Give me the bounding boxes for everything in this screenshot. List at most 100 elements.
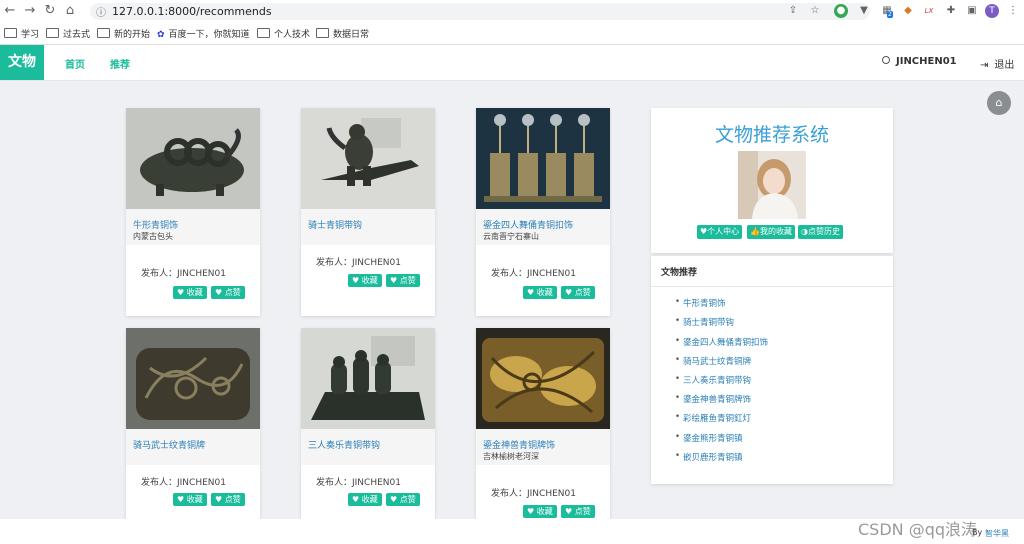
- home-float-icon[interactable]: ⌂: [987, 91, 1011, 115]
- extension-badge-icon[interactable]: ▦2: [880, 4, 894, 18]
- favorite-button[interactable]: ♥ 收藏: [523, 286, 557, 299]
- recommend-panel: 文物推荐 牛形青铜饰 骑士青铜带钩 鎏金四人舞俑青铜扣饰 骑马武士纹青铜牌 三人…: [651, 256, 893, 484]
- metamask-fox-icon[interactable]: ◆: [901, 4, 915, 18]
- artifact-title[interactable]: 牛形青铜饰: [133, 218, 178, 231]
- address-bar[interactable]: ⓘ 127.0.0.1:8000/recommends: [90, 3, 870, 20]
- extension-v-icon[interactable]: ▼: [857, 4, 871, 18]
- favorite-button[interactable]: ♥ 收藏: [173, 493, 207, 506]
- folder-icon: [316, 28, 329, 38]
- my-favorites-button[interactable]: 👍我的收藏: [747, 225, 795, 239]
- artifact-image[interactable]: [301, 108, 435, 209]
- extension-lx-icon[interactable]: LX: [922, 4, 936, 18]
- footer-author-link[interactable]: 智华黑: [985, 528, 1009, 539]
- app-navbar: 文物 首页 推荐 JINCHEN01 ⇥ 退出: [0, 45, 1024, 81]
- artifact-image[interactable]: [301, 328, 435, 429]
- brand-logo[interactable]: 文物: [0, 45, 44, 80]
- bookmark-label: 数据日常: [333, 30, 370, 40]
- nav-link-home[interactable]: 首页: [65, 56, 85, 71]
- bookmark-baidu[interactable]: ✿ 百度一下，你就知道: [157, 27, 250, 40]
- artifact-location: 吉林榆树老河深: [483, 452, 539, 461]
- recommend-link[interactable]: 牛形青铜饰: [675, 297, 725, 309]
- profile-panel: 文物推荐系统 ♥个人中心 👍我的收藏 ◑点赞历史: [651, 108, 893, 253]
- baidu-paw-icon: ✿: [157, 30, 165, 40]
- info-icon[interactable]: ⓘ: [96, 4, 106, 19]
- artifact-title[interactable]: 三人奏乐青铜带钩: [308, 438, 380, 451]
- artifact-title[interactable]: 鎏金四人舞俑青铜扣饰: [483, 218, 573, 231]
- browser-toolbar: ← → ↻ ⌂ ⓘ 127.0.0.1:8000/recommends ⇪ ☆ …: [0, 0, 1024, 24]
- bookmark-folder[interactable]: 数据日常: [316, 27, 369, 40]
- recommend-link[interactable]: 鎏金神兽青铜牌饰: [675, 393, 751, 405]
- artifact-image[interactable]: [476, 328, 610, 429]
- folder-icon: [4, 28, 17, 38]
- recommend-link[interactable]: 骑士青铜带钩: [675, 316, 734, 328]
- bookmark-folder[interactable]: 学习: [4, 27, 39, 40]
- artifact-image[interactable]: [126, 328, 260, 429]
- artifact-image[interactable]: [476, 108, 610, 209]
- publisher-text: 发布人：JINCHEN01: [491, 269, 576, 279]
- menu-kebab-icon[interactable]: ⋮: [1006, 4, 1020, 18]
- extension-badge-count: 2: [887, 11, 893, 18]
- home-icon[interactable]: ⌂: [62, 3, 78, 19]
- like-button[interactable]: ♥ 点赞: [561, 505, 595, 518]
- csdn-watermark: CSDN @qq浪涛: [858, 520, 978, 539]
- recommend-link[interactable]: 鎏金熊形青铜镇: [675, 432, 742, 444]
- personal-center-button[interactable]: ♥个人中心: [697, 225, 743, 239]
- avatar[interactable]: [738, 151, 806, 219]
- logout-label: 退出: [994, 60, 1015, 71]
- profile-avatar-icon[interactable]: T: [985, 4, 999, 18]
- divider: [651, 286, 893, 287]
- artifact-title[interactable]: 骑马武士纹青铜牌: [133, 438, 205, 451]
- bookmark-label: 学习: [21, 30, 40, 40]
- recommend-link[interactable]: 鎏金四人舞俑青铜扣饰: [675, 336, 768, 348]
- recommend-link[interactable]: 骑马武士纹青铜牌: [675, 355, 751, 367]
- bookmarks-bar: 学习 过去式 新的开始 ✿ 百度一下，你就知道 个人技术 数据日常: [0, 23, 1024, 45]
- favorite-button[interactable]: ♥ 收藏: [523, 505, 557, 518]
- side-panel-icon[interactable]: ▣: [965, 4, 979, 18]
- recommend-link[interactable]: 彩绘雁鱼青铜釭灯: [675, 412, 751, 424]
- publisher-text: 发布人：JINCHEN01: [141, 269, 226, 279]
- favorite-button[interactable]: ♥ 收藏: [173, 286, 207, 299]
- recommend-link[interactable]: 嵌贝鹿形青铜镇: [675, 451, 742, 463]
- like-history-button[interactable]: ◑点赞历史: [798, 225, 843, 239]
- bookmark-folder[interactable]: 个人技术: [257, 27, 310, 40]
- bookmark-folder[interactable]: 新的开始: [97, 27, 150, 40]
- artifact-title[interactable]: 骑士青铜带钩: [308, 218, 362, 231]
- username: JINCHEN01: [896, 56, 957, 67]
- publisher-text: 发布人：JINCHEN01: [141, 478, 226, 488]
- publisher-text: 发布人：JINCHEN01: [491, 489, 576, 499]
- like-button[interactable]: ♥ 点赞: [386, 493, 420, 506]
- favorite-button[interactable]: ♥ 收藏: [348, 493, 382, 506]
- recommend-heading: 文物推荐: [661, 268, 698, 278]
- like-button[interactable]: ♥ 点赞: [211, 493, 245, 506]
- artifact-card: 鎏金四人舞俑青铜扣饰 云南晋宁石寨山 发布人：JINCHEN01 ♥ 收藏 ♥ …: [476, 108, 610, 316]
- nav-link-recommend[interactable]: 推荐: [110, 56, 130, 71]
- artifact-title[interactable]: 鎏金神兽青铜牌饰: [483, 438, 555, 451]
- back-icon[interactable]: ←: [2, 3, 18, 19]
- artifact-location: 内蒙古包头: [133, 232, 173, 241]
- nav-user[interactable]: JINCHEN01: [882, 56, 957, 67]
- reload-icon[interactable]: ↻: [42, 3, 58, 19]
- bookmark-label: 个人技术: [274, 30, 311, 40]
- bookmark-label: 百度一下，你就知道: [168, 30, 250, 40]
- url-text: 127.0.0.1:8000/recommends: [112, 5, 272, 18]
- favorite-button[interactable]: ♥ 收藏: [348, 274, 382, 287]
- like-button[interactable]: ♥ 点赞: [211, 286, 245, 299]
- bookmark-folder[interactable]: 过去式: [46, 27, 90, 40]
- artifact-card: 鎏金神兽青铜牌饰 吉林榆树老河深 发布人：JINCHEN01 ♥ 收藏 ♥ 点赞: [476, 328, 610, 536]
- share-icon[interactable]: ⇪: [786, 4, 800, 18]
- folder-icon: [257, 28, 270, 38]
- recommend-link[interactable]: 三人奏乐青铜带钩: [675, 374, 751, 386]
- artifact-card: 骑士青铜带钩 发布人：JINCHEN01 ♥ 收藏 ♥ 点赞: [301, 108, 435, 316]
- forward-icon[interactable]: →: [22, 3, 38, 19]
- logout-icon: ⇥: [980, 60, 989, 71]
- extension-green-icon[interactable]: ●: [834, 4, 848, 18]
- logout-link[interactable]: ⇥ 退出: [980, 56, 1014, 71]
- like-button[interactable]: ♥ 点赞: [561, 286, 595, 299]
- user-icon: [882, 56, 890, 64]
- extensions-puzzle-icon[interactable]: ✚: [944, 4, 958, 18]
- like-button[interactable]: ♥ 点赞: [386, 274, 420, 287]
- artifact-image[interactable]: [126, 108, 260, 209]
- system-title: 文物推荐系统: [714, 124, 829, 146]
- bookmark-star-icon[interactable]: ☆: [808, 4, 822, 18]
- artifact-card: 骑马武士纹青铜牌 发布人：JINCHEN01 ♥ 收藏 ♥ 点赞: [126, 328, 260, 536]
